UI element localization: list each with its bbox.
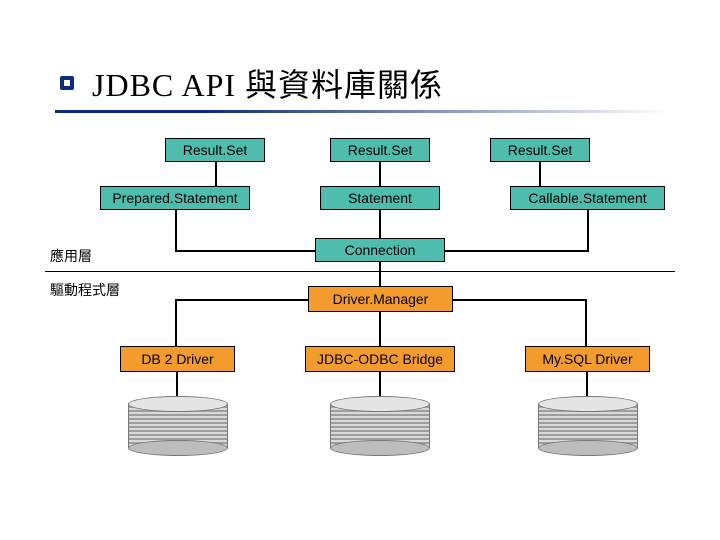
- layer-divider: [45, 271, 675, 272]
- connector: [587, 210, 589, 252]
- box-resultset-1: Result.Set: [165, 138, 265, 162]
- connector: [379, 312, 381, 346]
- connector: [175, 210, 177, 252]
- diagram-canvas: Result.Set Result.Set Result.Set Prepare…: [40, 128, 680, 528]
- connector: [379, 210, 381, 238]
- connector: [539, 162, 541, 186]
- box-prepared-statement: Prepared.Statement: [100, 186, 250, 210]
- connector: [453, 299, 587, 301]
- box-db2-driver: DB 2 Driver: [120, 346, 235, 372]
- connector: [379, 372, 381, 396]
- box-driver-manager: Driver.Manager: [308, 286, 453, 312]
- box-mysql-driver: My.SQL Driver: [525, 346, 650, 372]
- connector: [586, 372, 588, 396]
- connector: [215, 162, 217, 186]
- page-title: JDBC API 與資料庫關係: [92, 60, 443, 106]
- database-icon: [538, 396, 638, 456]
- title-underline: [55, 110, 670, 113]
- connector: [175, 299, 177, 346]
- box-statement: Statement: [320, 186, 440, 210]
- box-jdbc-odbc-bridge: JDBC-ODBC Bridge: [305, 346, 455, 372]
- connector: [585, 299, 587, 346]
- connector: [379, 162, 381, 186]
- label-driver-layer: 驅動程式層: [50, 280, 120, 300]
- database-icon: [330, 396, 430, 456]
- connector: [175, 250, 315, 252]
- box-resultset-2: Result.Set: [330, 138, 430, 162]
- connector: [176, 372, 178, 396]
- box-connection: Connection: [315, 238, 445, 262]
- box-resultset-3: Result.Set: [490, 138, 590, 162]
- connector: [444, 250, 589, 252]
- database-icon: [128, 396, 228, 456]
- title-row: JDBC API 與資料庫關係: [60, 60, 443, 106]
- box-callable-statement: Callable.Statement: [510, 186, 665, 210]
- title-bullet-icon: [60, 76, 74, 90]
- connector: [175, 299, 308, 301]
- connector: [379, 262, 381, 286]
- label-app-layer: 應用層: [50, 246, 92, 266]
